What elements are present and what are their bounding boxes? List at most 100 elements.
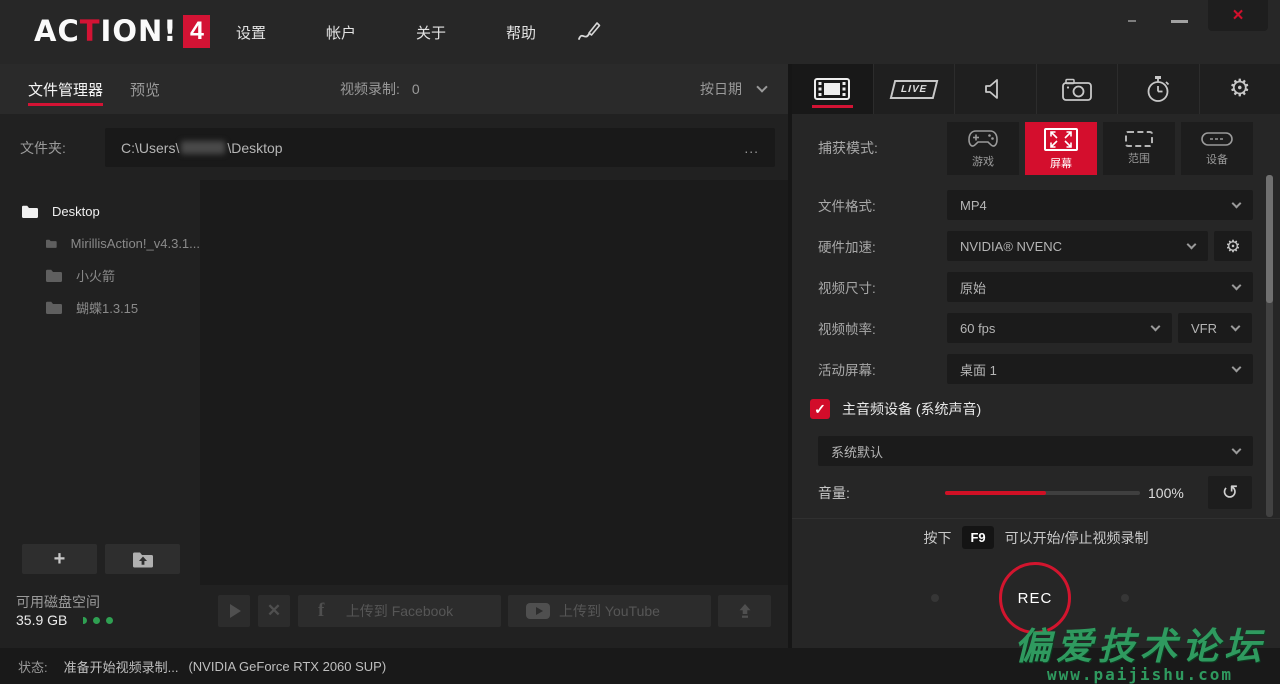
upload-button[interactable] (718, 595, 771, 627)
mode-label: 屏幕 (1050, 155, 1072, 171)
censored-username (181, 141, 225, 154)
import-folder-button[interactable] (105, 544, 180, 574)
stopwatch-icon (1145, 75, 1171, 103)
chevron-down-icon (1232, 198, 1242, 208)
section-divider (792, 518, 1280, 519)
capture-mode-label: 捕获模式: (818, 118, 878, 178)
mode-screen-button[interactable]: 屏幕 (1025, 122, 1097, 175)
volume-slider[interactable] (945, 491, 1140, 495)
tab-file-manager[interactable]: 文件管理器 (28, 64, 103, 114)
logo-text: AC (34, 14, 80, 48)
audio-checkbox-label: 主音频设备 (系统声音) (842, 399, 981, 419)
menu-account[interactable]: 帐户 (296, 0, 386, 64)
filmstrip-icon (814, 76, 850, 102)
facebook-icon: f (318, 600, 324, 622)
tab-live-streaming[interactable]: LIVE (874, 64, 956, 114)
device-icon (1200, 130, 1234, 148)
menu-settings[interactable]: 设置 (206, 0, 296, 64)
tab-settings[interactable]: ⚙ (1200, 64, 1280, 114)
video-count-value: 0 (412, 81, 420, 97)
record-button[interactable]: REC (999, 562, 1071, 634)
mode-label: 设备 (1206, 151, 1228, 167)
hwaccel-dropdown[interactable]: NVIDIA® NVENC (947, 231, 1208, 261)
upload-icon (737, 603, 753, 619)
disk-space-row: 35.9 GB (16, 612, 113, 628)
main-menu: 设置 帐户 关于 帮助 (206, 0, 566, 64)
format-label: 文件格式: (818, 190, 876, 220)
vfr-dropdown[interactable]: VFR (1178, 313, 1252, 343)
folder-path-field[interactable]: C:\Users\ \Desktop ... (105, 128, 775, 167)
mode-label: 范围 (1128, 150, 1150, 166)
audio-device-dropdown[interactable]: 系统默认 (818, 436, 1253, 466)
tab-audio-recording[interactable] (955, 64, 1037, 114)
pen-tool-icon[interactable] (576, 20, 602, 44)
hwaccel-settings-button[interactable]: ⚙ (1214, 231, 1252, 261)
video-count: 视频录制: 0 (340, 64, 420, 114)
setting-row-format: 文件格式: MP4 (792, 190, 1280, 220)
size-dropdown[interactable]: 原始 (947, 272, 1253, 302)
mode-label: 游戏 (972, 153, 994, 169)
hotkey-hint: 按下 F9 可以开始/停止视频录制 (792, 526, 1280, 549)
file-manager-header: 文件管理器 预览 视频录制: 0 按日期 (0, 64, 788, 114)
delete-button[interactable]: ✕ (258, 595, 290, 627)
tab-video-recording[interactable] (792, 64, 874, 114)
scrollbar-thumb[interactable] (1266, 175, 1273, 303)
mode-games-button[interactable]: 游戏 (947, 122, 1019, 175)
reset-icon: ↺ (1222, 480, 1239, 505)
upload-facebook-button[interactable]: f 上传到 Facebook (298, 595, 501, 627)
panel-scrollbar[interactable] (1266, 175, 1273, 517)
app-logo: ACTION! 4 (34, 14, 210, 48)
add-folder-button[interactable]: + (22, 544, 97, 574)
file-manager-panel: 文件管理器 预览 视频录制: 0 按日期 文件夹: C:\Users\ \Des… (0, 64, 788, 648)
sort-by-dropdown[interactable]: 按日期 (700, 64, 766, 114)
hwaccel-value: NVIDIA® NVENC (960, 239, 1062, 254)
tab-benchmark[interactable] (1118, 64, 1200, 114)
close-button[interactable]: × (1208, 0, 1268, 31)
browse-folder-button[interactable]: ... (744, 140, 759, 156)
setting-row-hwaccel: 硬件加速: NVIDIA® NVENC ⚙ (792, 231, 1280, 261)
minimize-button[interactable] (1171, 20, 1188, 23)
action4-window: ACTION! 4 设置 帐户 关于 帮助 × 文件管理器 预览 视频录制: 0 (0, 0, 1280, 684)
play-button[interactable] (218, 595, 250, 627)
disk-dot-icon (80, 617, 87, 624)
chevron-down-icon (1187, 239, 1197, 249)
menu-about[interactable]: 关于 (386, 0, 476, 64)
screen-capture-icon (1043, 127, 1079, 152)
tree-item-label: Desktop (52, 204, 100, 219)
upload-youtube-button[interactable]: 上传到 YouTube (508, 595, 711, 627)
chevron-down-icon (1232, 444, 1242, 454)
tree-item-hudie[interactable]: 蝴蝶1.3.15 (0, 291, 200, 323)
gamepad-icon (966, 128, 1000, 150)
hotkey-prefix: 按下 (923, 528, 951, 548)
mode-region-button[interactable]: 范围 (1103, 122, 1175, 175)
tree-item-xiaohuojian[interactable]: 小火箭 (0, 259, 200, 291)
active-screen-dropdown[interactable]: 桌面 1 (947, 354, 1253, 384)
tree-item-desktop[interactable]: Desktop (0, 195, 200, 227)
upload-facebook-label: 上传到 Facebook (346, 601, 453, 621)
tab-preview[interactable]: 预览 (130, 64, 160, 114)
size-value: 原始 (960, 278, 986, 297)
volume-slider-fill (945, 491, 1046, 495)
format-dropdown[interactable]: MP4 (947, 190, 1253, 220)
status-bar: 状态: 准备开始视频录制... (NVIDIA GeForce RTX 2060… (0, 648, 1280, 684)
youtube-icon (526, 603, 550, 619)
mode-device-button[interactable]: 设备 (1181, 122, 1253, 175)
folder-icon (22, 205, 38, 218)
speaker-icon (984, 77, 1006, 101)
audio-checkbox[interactable]: ✓ (810, 399, 830, 419)
status-label: 状态: (18, 657, 48, 676)
folder-path-prefix: C:\Users\ (121, 140, 179, 156)
disk-dot-icon (93, 617, 100, 624)
tree-item-label: 小火箭 (76, 266, 115, 285)
upload-youtube-label: 上传到 YouTube (559, 601, 660, 621)
tab-screenshots[interactable] (1037, 64, 1119, 114)
menu-help[interactable]: 帮助 (476, 0, 566, 64)
tray-minimize-button[interactable] (1128, 20, 1136, 22)
framerate-dropdown[interactable]: 60 fps (947, 313, 1172, 343)
audio-level-dot (1121, 594, 1129, 602)
volume-reset-button[interactable]: ↺ (1208, 476, 1252, 509)
play-icon (230, 604, 241, 618)
recording-tabs: LIVE (792, 64, 1280, 114)
tree-item-mirillis[interactable]: MirillisAction!_v4.3.1... (0, 227, 200, 259)
setting-row-screen: 活动屏幕: 桌面 1 (792, 354, 1280, 384)
